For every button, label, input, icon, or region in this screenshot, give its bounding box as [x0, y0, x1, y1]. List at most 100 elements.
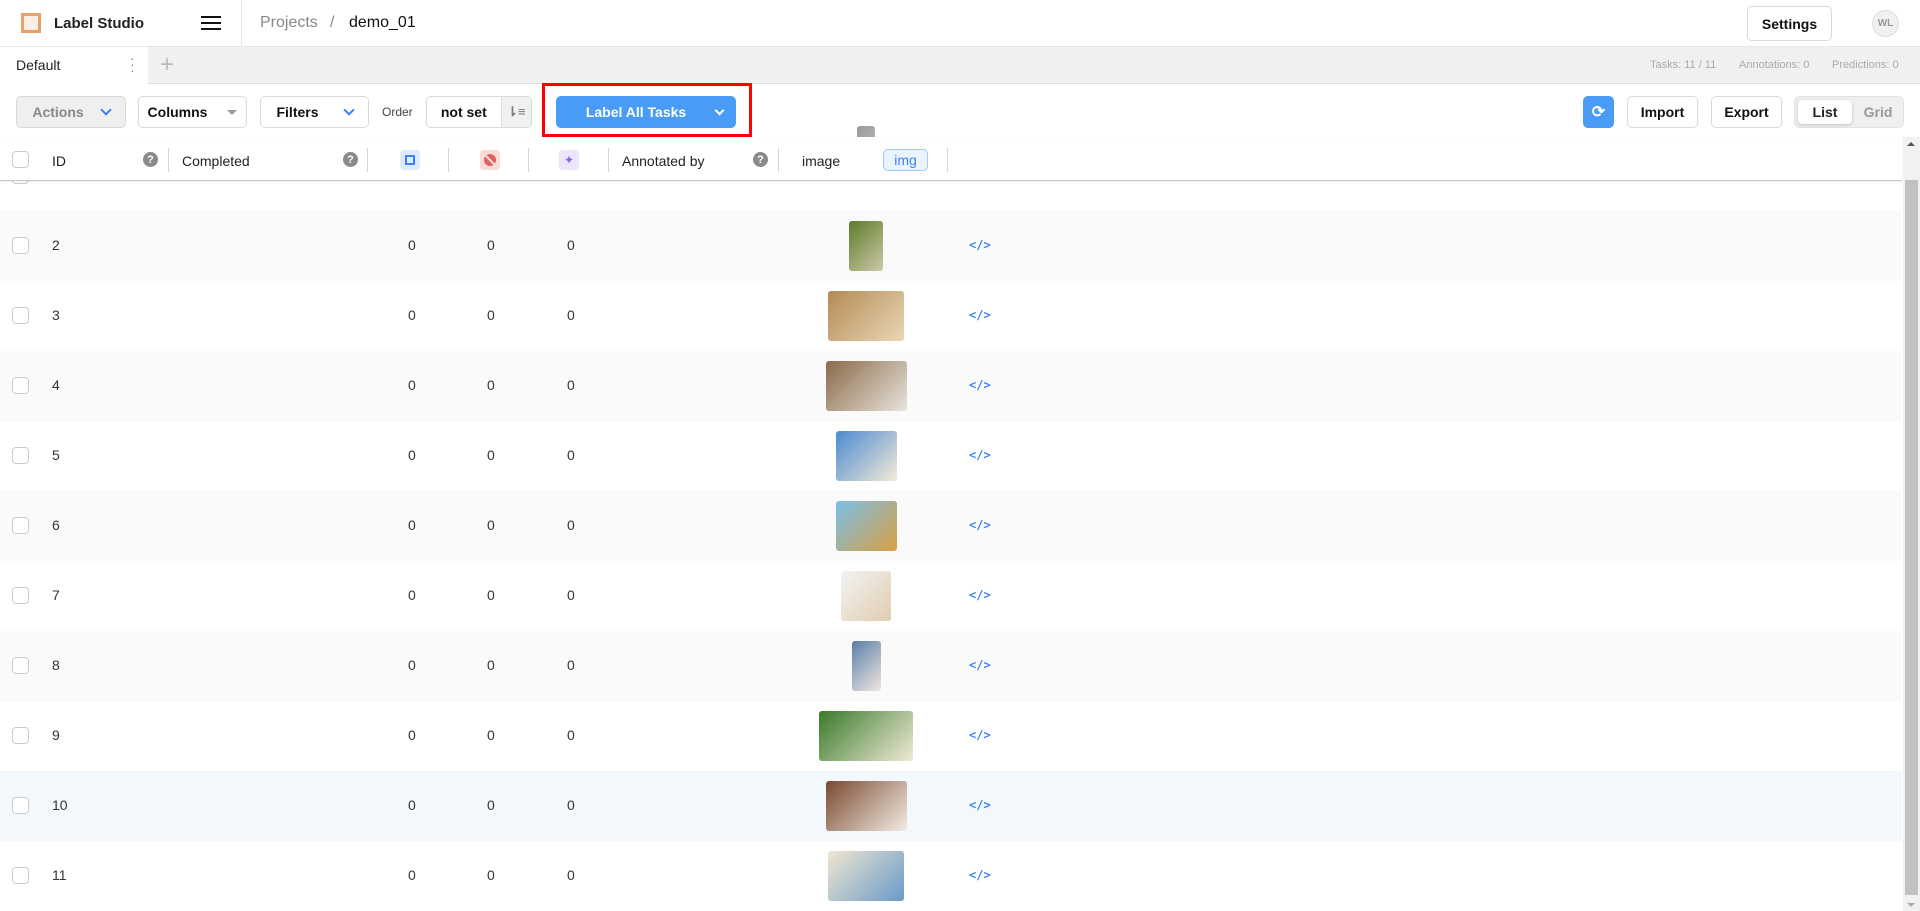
cancelled-annotations: 0: [487, 587, 495, 603]
breadcrumb-projects[interactable]: Projects: [260, 14, 318, 32]
tasks-count: Tasks: 11 / 11: [1650, 59, 1717, 71]
table-row[interactable]: 9 0 0 0 </>: [0, 701, 1902, 771]
code-icon[interactable]: </>: [969, 588, 991, 602]
code-icon[interactable]: </>: [969, 238, 991, 252]
image-thumbnail[interactable]: [828, 851, 904, 901]
row-checkbox[interactable]: [12, 307, 29, 324]
scrollbar-thumb[interactable]: [1905, 180, 1918, 895]
total-annotations: 0: [408, 587, 416, 603]
row-checkbox[interactable]: [12, 237, 29, 254]
highlight-box: [542, 83, 752, 137]
image-type-badge: img: [883, 149, 928, 171]
row-checkbox[interactable]: [12, 867, 29, 884]
row-checkbox[interactable]: [12, 377, 29, 394]
code-icon[interactable]: </>: [969, 448, 991, 462]
row-checkbox[interactable]: [12, 657, 29, 674]
table-row[interactable]: 3 0 0 0 </>: [0, 281, 1902, 351]
image-thumbnail[interactable]: [849, 221, 883, 271]
total-predictions: 0: [567, 657, 575, 673]
code-icon[interactable]: </>: [969, 798, 991, 812]
row-checkbox[interactable]: [12, 797, 29, 814]
column-divider[interactable]: [528, 148, 529, 172]
cancelled-annotations: 0: [487, 447, 495, 463]
actions-button[interactable]: Actions: [16, 96, 126, 128]
select-all-checkbox[interactable]: [12, 151, 29, 168]
table-row[interactable]: 10 0 0 0 </>: [0, 771, 1902, 841]
scrollbar[interactable]: [1903, 137, 1920, 911]
filters-label: Filters: [276, 104, 319, 120]
code-icon[interactable]: </>: [969, 378, 991, 392]
code-icon[interactable]: </>: [969, 518, 991, 532]
chevron-down-icon: [342, 104, 355, 116]
annotations-count: Annotations: 0: [1739, 59, 1810, 71]
sparkles-icon[interactable]: ✦: [559, 150, 579, 170]
table-row[interactable]: 4 0 0 0 </>: [0, 351, 1902, 421]
import-button[interactable]: Import: [1627, 96, 1698, 128]
task-id: 7: [52, 587, 60, 603]
column-image[interactable]: image: [802, 148, 840, 174]
total-predictions: 0: [567, 867, 575, 883]
help-icon[interactable]: ?: [143, 152, 158, 167]
tab-menu-icon[interactable]: · · ·: [130, 51, 135, 77]
image-thumbnail[interactable]: [835, 431, 897, 481]
view-grid-button[interactable]: Grid: [1853, 100, 1903, 124]
menu-icon[interactable]: [201, 16, 221, 30]
view-toggle: List Grid: [1794, 96, 1904, 128]
code-icon[interactable]: </>: [969, 308, 991, 322]
column-annotated-by[interactable]: Annotated by: [622, 148, 705, 174]
image-thumbnail[interactable]: [825, 781, 907, 831]
code-icon[interactable]: </>: [969, 658, 991, 672]
app-name[interactable]: Label Studio: [54, 15, 144, 32]
image-thumbnail[interactable]: [835, 501, 897, 551]
code-icon[interactable]: </>: [969, 728, 991, 742]
column-divider[interactable]: [608, 148, 609, 172]
scroll-down-arrow[interactable]: [1907, 903, 1915, 907]
sort-direction-icon[interactable]: ⇂≡: [500, 97, 531, 127]
image-thumbnail[interactable]: [825, 361, 907, 411]
row-checkbox[interactable]: [12, 517, 29, 534]
task-id: 9: [52, 727, 60, 743]
table-row[interactable]: 5 0 0 0 </>: [0, 421, 1902, 491]
row-checkbox[interactable]: [12, 447, 29, 464]
avatar[interactable]: WL: [1872, 10, 1899, 37]
column-divider[interactable]: [448, 148, 449, 172]
code-icon[interactable]: </>: [969, 868, 991, 882]
column-divider[interactable]: [367, 148, 368, 172]
row-checkbox[interactable]: [12, 587, 29, 604]
column-id[interactable]: ID: [52, 148, 66, 174]
column-divider[interactable]: [947, 148, 948, 172]
add-tab-button[interactable]: +: [160, 51, 174, 79]
total-predictions: 0: [567, 587, 575, 603]
table-row[interactable]: 11 0 0 0 </>: [0, 841, 1902, 911]
image-thumbnail[interactable]: [819, 711, 913, 761]
table-row[interactable]: 8 0 0 0 </>: [0, 631, 1902, 701]
table-row[interactable]: 7 0 0 0 </>: [0, 561, 1902, 631]
export-button[interactable]: Export: [1711, 96, 1782, 128]
image-thumbnail[interactable]: [851, 641, 881, 691]
order-label: Order: [382, 105, 413, 119]
column-completed[interactable]: Completed: [182, 148, 250, 174]
table-row[interactable]: 2 0 0 0 </>: [0, 211, 1902, 281]
columns-button[interactable]: Columns: [138, 96, 247, 128]
breadcrumb-project[interactable]: demo_01: [349, 14, 416, 32]
filters-button[interactable]: Filters: [260, 96, 369, 128]
row-checkbox[interactable]: [12, 727, 29, 744]
bounding-box-icon[interactable]: [400, 150, 420, 170]
total-annotations: 0: [408, 237, 416, 253]
settings-button[interactable]: Settings: [1747, 6, 1832, 41]
image-thumbnail[interactable]: [828, 291, 904, 341]
refresh-button[interactable]: ⟳: [1583, 96, 1614, 128]
table-row[interactable]: 6 0 0 0 </>: [0, 491, 1902, 561]
help-icon[interactable]: ?: [753, 152, 768, 167]
scroll-up-arrow[interactable]: [1907, 142, 1915, 146]
column-divider[interactable]: [168, 148, 169, 172]
total-annotations: 0: [408, 517, 416, 533]
view-list-button[interactable]: List: [1798, 100, 1852, 124]
cancelled-annotations: 0: [487, 237, 495, 253]
tab-default[interactable]: Default · · ·: [0, 47, 148, 84]
order-select[interactable]: not set ⇂≡: [426, 96, 532, 128]
image-thumbnail[interactable]: [841, 571, 891, 621]
column-divider[interactable]: [778, 148, 779, 172]
help-icon[interactable]: ?: [343, 152, 358, 167]
cancel-icon[interactable]: [480, 150, 500, 170]
